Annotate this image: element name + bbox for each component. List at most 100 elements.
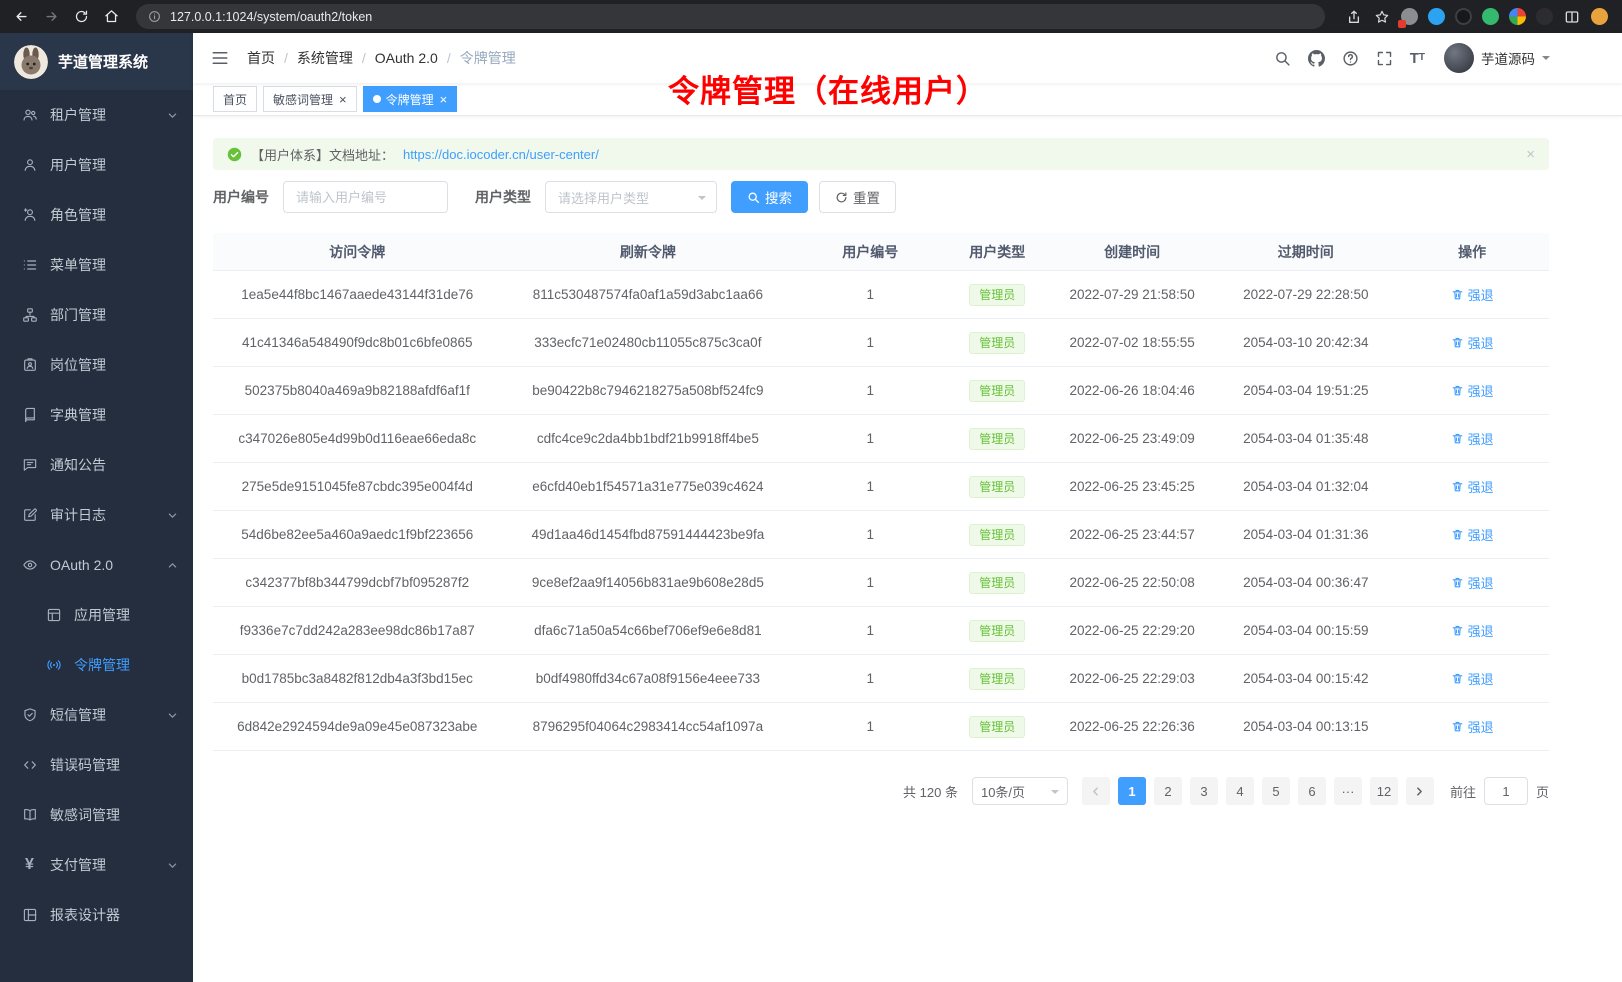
- sidebar-item-error-code[interactable]: 错误码管理: [0, 740, 193, 790]
- extension-icon[interactable]: [1509, 8, 1526, 25]
- sidebar-item-notice[interactable]: 通知公告: [0, 440, 193, 490]
- sidebar-item-oauth2-application[interactable]: 应用管理: [0, 590, 193, 640]
- sidebar-item-sms[interactable]: 短信管理: [0, 690, 193, 740]
- breadcrumb-item[interactable]: 系统管理: [297, 48, 353, 68]
- cell-user-id: 1: [794, 575, 946, 590]
- sidebar-item-label: 令牌管理: [74, 655, 178, 675]
- sidebar-item-dept[interactable]: 部门管理: [0, 290, 193, 340]
- tab-2[interactable]: 令牌管理×: [363, 86, 458, 112]
- fullscreen-icon[interactable]: [1376, 50, 1393, 67]
- cell-refresh-token: b0df4980ffd34c67a08f9156e4eee733: [502, 671, 795, 686]
- force-logout-label: 强退: [1468, 717, 1494, 736]
- sidebar-item-tenant[interactable]: 租户管理: [0, 90, 193, 140]
- sidebar: 芋道管理系统 租户管理用户管理角色管理菜单管理部门管理岗位管理字典管理通知公告审…: [0, 33, 193, 982]
- table-row: 1ea5e44f8bc1467aaede43144f31de76811c5304…: [213, 271, 1549, 319]
- browser-back-button[interactable]: [8, 4, 34, 30]
- force-logout-button[interactable]: 强退: [1451, 381, 1494, 400]
- reset-button[interactable]: 重置: [819, 181, 896, 213]
- breadcrumb-item[interactable]: OAuth 2.0: [375, 50, 438, 66]
- github-icon[interactable]: [1308, 50, 1325, 67]
- doc-link[interactable]: https://doc.iocoder.cn/user-center/: [403, 147, 599, 162]
- page-button[interactable]: 5: [1262, 777, 1290, 805]
- browser-profile-avatar[interactable]: [1591, 8, 1608, 25]
- cell-access-token: 275e5de9151045fe87cbdc395e004f4d: [213, 479, 502, 494]
- app-logo[interactable]: 芋道管理系统: [0, 33, 193, 90]
- tab-1[interactable]: 敏感词管理×: [263, 86, 357, 112]
- user-id-input[interactable]: [283, 181, 448, 213]
- force-logout-button[interactable]: 强退: [1451, 477, 1494, 496]
- sidebar-item-pay[interactable]: ¥支付管理: [0, 840, 193, 890]
- sidebar-item-audit-log[interactable]: 审计日志: [0, 490, 193, 540]
- sidebar-item-menu[interactable]: 菜单管理: [0, 240, 193, 290]
- sidebar-item-dict[interactable]: 字典管理: [0, 390, 193, 440]
- share-icon[interactable]: [1345, 8, 1363, 26]
- sidebar-item-post[interactable]: 岗位管理: [0, 340, 193, 390]
- browser-actions: [1339, 8, 1614, 26]
- page-button[interactable]: 12: [1370, 777, 1398, 805]
- extension-icon[interactable]: [1428, 8, 1445, 25]
- force-logout-button[interactable]: 强退: [1451, 669, 1494, 688]
- browser-address-bar[interactable]: 127.0.0.1:1024/system/oauth2/token: [136, 4, 1325, 29]
- force-logout-button[interactable]: 强退: [1451, 621, 1494, 640]
- site-info-icon[interactable]: [148, 10, 161, 23]
- page-ellipsis[interactable]: ···: [1334, 777, 1362, 805]
- page-button[interactable]: 6: [1298, 777, 1326, 805]
- force-logout-button[interactable]: 强退: [1451, 573, 1494, 592]
- tab-close-icon[interactable]: ×: [440, 93, 448, 106]
- column-header: 用户编号: [794, 242, 946, 262]
- page-button[interactable]: 2: [1154, 777, 1182, 805]
- cell-user-type: 管理员: [946, 476, 1048, 498]
- search-button[interactable]: 搜索: [731, 181, 808, 213]
- page-button[interactable]: 3: [1190, 777, 1218, 805]
- split-view-icon[interactable]: [1563, 8, 1581, 26]
- cell-access-token: c342377bf8b344799dcbf7bf095287f2: [213, 575, 502, 590]
- cell-actions: 强退: [1395, 669, 1549, 688]
- page-button[interactable]: 1: [1118, 777, 1146, 805]
- page-size-select[interactable]: 10条/页: [972, 777, 1068, 805]
- next-page-button[interactable]: [1406, 777, 1434, 805]
- page-button[interactable]: 4: [1226, 777, 1254, 805]
- tab-close-icon[interactable]: ×: [339, 93, 347, 106]
- bookmark-star-icon[interactable]: [1373, 8, 1391, 26]
- browser-reload-button[interactable]: [68, 4, 94, 30]
- cell-expire-time: 2054-03-04 19:51:25: [1216, 383, 1395, 398]
- force-logout-button[interactable]: 强退: [1451, 333, 1494, 352]
- help-icon[interactable]: [1342, 50, 1359, 67]
- extension-icon[interactable]: [1536, 8, 1553, 25]
- force-logout-button[interactable]: 强退: [1451, 717, 1494, 736]
- goto-page-input[interactable]: [1484, 777, 1528, 805]
- user-type-tag: 管理员: [969, 620, 1025, 642]
- cell-user-id: 1: [794, 383, 946, 398]
- force-logout-label: 强退: [1468, 621, 1494, 640]
- alert-close-icon[interactable]: ×: [1526, 147, 1535, 162]
- sidebar-item-report-designer[interactable]: 报表设计器: [0, 890, 193, 940]
- sidebar-item-role[interactable]: 角色管理: [0, 190, 193, 240]
- sidebar-toggle-icon[interactable]: [209, 47, 231, 69]
- extension-icon[interactable]: [1401, 8, 1418, 25]
- sidebar-item-oauth2-token[interactable]: 令牌管理: [0, 640, 193, 690]
- sidebar-item-oauth2[interactable]: OAuth 2.0: [0, 540, 193, 590]
- extension-icon[interactable]: [1455, 8, 1472, 25]
- cell-expire-time: 2022-07-29 22:28:50: [1216, 287, 1395, 302]
- browser-forward-button[interactable]: [38, 4, 64, 30]
- force-logout-button[interactable]: 强退: [1451, 525, 1494, 544]
- breadcrumb-item[interactable]: 首页: [247, 48, 275, 68]
- browser-home-button[interactable]: [98, 4, 124, 30]
- sidebar-item-sensitive-word[interactable]: 敏感词管理: [0, 790, 193, 840]
- sidebar-item-user[interactable]: 用户管理: [0, 140, 193, 190]
- user-type-select[interactable]: 请选择用户类型: [545, 181, 717, 213]
- force-logout-button[interactable]: 强退: [1451, 285, 1494, 304]
- extension-icon[interactable]: [1482, 8, 1499, 25]
- user-type-placeholder: 请选择用户类型: [558, 188, 649, 207]
- font-size-icon[interactable]: TT: [1410, 51, 1425, 66]
- navbar-actions: TT 芋道源码: [1274, 43, 1550, 73]
- user-menu[interactable]: 芋道源码: [1444, 43, 1550, 73]
- cell-user-type: 管理员: [946, 332, 1048, 354]
- force-logout-button[interactable]: 强退: [1451, 429, 1494, 448]
- tab-0[interactable]: 首页: [213, 86, 257, 112]
- app-title: 芋道管理系统: [58, 51, 148, 72]
- cell-create-time: 2022-06-25 23:44:57: [1048, 527, 1216, 542]
- prev-page-button[interactable]: [1082, 777, 1110, 805]
- cell-actions: 强退: [1395, 477, 1549, 496]
- search-icon[interactable]: [1274, 50, 1291, 67]
